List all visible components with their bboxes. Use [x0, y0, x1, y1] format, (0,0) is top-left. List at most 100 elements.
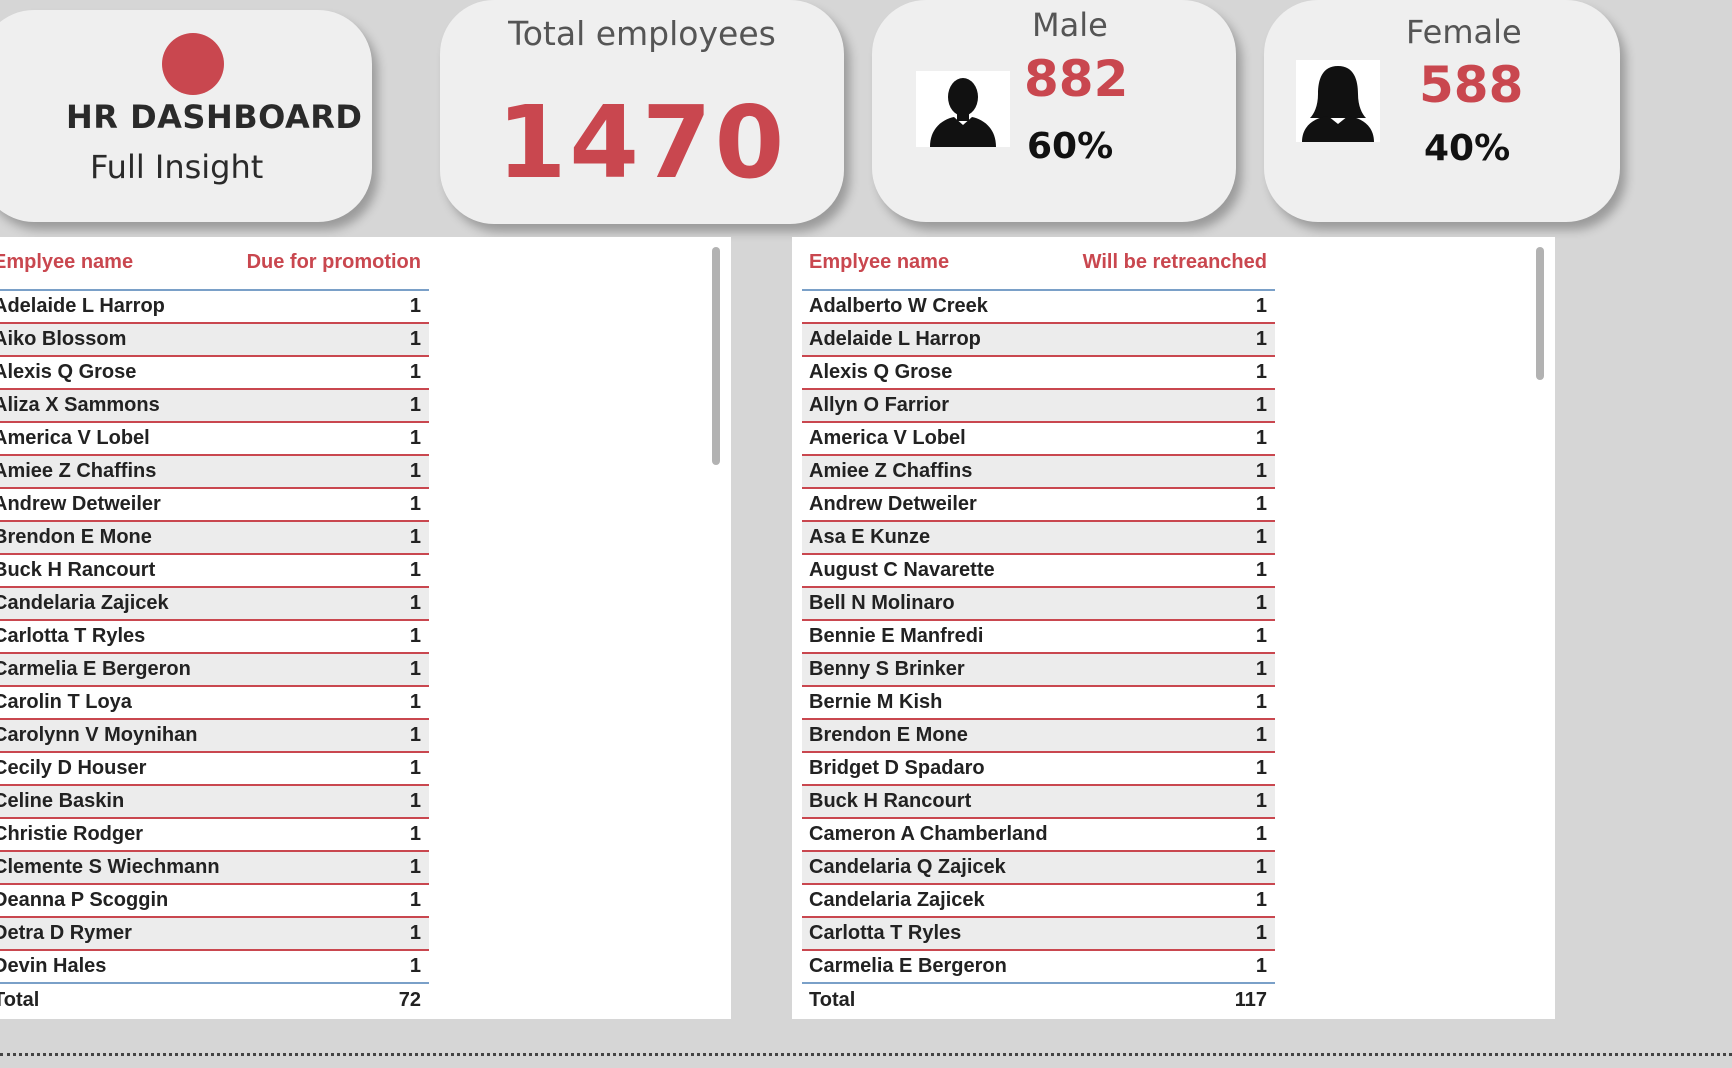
table-row[interactable]: Carolynn V Moynihan 1: [0, 720, 429, 753]
table-row[interactable]: Bridget D Spadaro 1: [802, 753, 1275, 786]
table-row[interactable]: America V Lobel 1: [802, 423, 1275, 456]
table-row[interactable]: Detra D Rymer 1: [0, 918, 429, 951]
table-row[interactable]: Clemente S Wiechmann 1: [0, 852, 429, 885]
employee-name-cell: Bennie E Manfredi: [809, 625, 984, 647]
table-row[interactable]: Bell N Molinaro 1: [802, 588, 1275, 621]
employee-name-cell: Candelaria Zajicek: [0, 592, 169, 614]
retrench-rows: Adalberto W Creek 1 Adelaide L Harrop 1 Alex…: [802, 291, 1275, 984]
employee-name-cell: Adalberto W Creek: [809, 295, 988, 317]
table-row[interactable]: Aiko Blossom 1: [0, 324, 429, 357]
promotion-col-name[interactable]: Emplyee name: [0, 251, 133, 274]
total-employees-label: Total employees: [508, 14, 776, 53]
table-row[interactable]: Cecily D Houser 1: [0, 753, 429, 786]
table-row[interactable]: America V Lobel 1: [0, 423, 429, 456]
table-row[interactable]: Christie Rodger 1: [0, 819, 429, 852]
employee-name-cell: Carolynn V Moynihan: [0, 724, 198, 746]
table-row[interactable]: August C Navarette 1: [802, 555, 1275, 588]
retrench-total-label: Total: [809, 989, 856, 1011]
value-cell: 1: [409, 493, 421, 515]
table-row[interactable]: Bennie E Manfredi 1: [802, 621, 1275, 654]
female-label: Female: [1406, 13, 1522, 51]
male-card: Male 882 60%: [872, 0, 1236, 222]
male-label: Male: [1032, 6, 1108, 44]
retrench-col-name[interactable]: Emplyee name: [809, 251, 949, 274]
value-cell: 1: [1255, 361, 1267, 383]
table-row[interactable]: Deanna P Scoggin 1: [0, 885, 429, 918]
value-cell: 1: [1255, 691, 1267, 713]
employee-name-cell: August C Navarette: [809, 559, 995, 581]
value-cell: 1: [1255, 724, 1267, 746]
table-row[interactable]: Asa E Kunze 1: [802, 522, 1275, 555]
value-cell: 1: [1255, 922, 1267, 944]
value-cell: 1: [409, 592, 421, 614]
male-person-icon: [916, 71, 1010, 147]
table-row[interactable]: Brendon E Mone 1: [802, 720, 1275, 753]
table-row[interactable]: Cameron A Chamberland 1: [802, 819, 1275, 852]
table-row[interactable]: Andrew Detweiler 1: [802, 489, 1275, 522]
table-row[interactable]: Celine Baskin 1: [0, 786, 429, 819]
female-card: Female 588 40%: [1264, 0, 1620, 222]
employee-name-cell: Candelaria Zajicek: [809, 889, 985, 911]
promotion-table: Emplyee name Due for promotion Adelaide …: [0, 237, 429, 1016]
page-bottom-divider: [0, 1053, 1732, 1056]
table-row[interactable]: Carlotta T Ryles 1: [802, 918, 1275, 951]
value-cell: 1: [1255, 889, 1267, 911]
employee-name-cell: Benny S Brinker: [809, 658, 965, 680]
table-row[interactable]: Adelaide L Harrop 1: [802, 324, 1275, 357]
value-cell: 1: [409, 559, 421, 581]
promotion-panel: Emplyee name Due for promotion Adelaide …: [0, 237, 731, 1019]
promotion-scrollbar[interactable]: [712, 247, 720, 465]
table-row[interactable]: Candelaria Zajicek 1: [0, 588, 429, 621]
value-cell: 1: [1255, 328, 1267, 350]
retrench-col-value[interactable]: Will be retreanched: [1083, 251, 1267, 274]
table-row[interactable]: Amiee Z Chaffins 1: [0, 456, 429, 489]
value-cell: 1: [1255, 757, 1267, 779]
value-cell: 1: [409, 724, 421, 746]
table-row[interactable]: Candelaria Zajicek 1: [802, 885, 1275, 918]
table-row[interactable]: Carolin T Loya 1: [0, 687, 429, 720]
table-row[interactable]: Benny S Brinker 1: [802, 654, 1275, 687]
table-row[interactable]: Buck H Rancourt 1: [0, 555, 429, 588]
table-row[interactable]: Candelaria Q Zajicek 1: [802, 852, 1275, 885]
value-cell: 1: [1255, 295, 1267, 317]
table-row[interactable]: Alexis Q Grose 1: [0, 357, 429, 390]
table-row[interactable]: Adalberto W Creek 1: [802, 291, 1275, 324]
table-row[interactable]: Bernie M Kish 1: [802, 687, 1275, 720]
table-row[interactable]: Amiee Z Chaffins 1: [802, 456, 1275, 489]
employee-name-cell: Adelaide L Harrop: [809, 328, 981, 350]
employee-name-cell: Aiko Blossom: [0, 328, 127, 350]
value-cell: 1: [409, 295, 421, 317]
table-row[interactable]: Devin Hales 1: [0, 951, 429, 984]
value-cell: 1: [409, 658, 421, 680]
table-row[interactable]: Adelaide L Harrop 1: [0, 291, 429, 324]
retrench-total-value: 117: [1234, 989, 1267, 1011]
employee-name-cell: Carlotta T Ryles: [809, 922, 962, 944]
table-row[interactable]: Alexis Q Grose 1: [802, 357, 1275, 390]
value-cell: 1: [409, 625, 421, 647]
value-cell: 1: [409, 790, 421, 812]
table-row[interactable]: Andrew Detweiler 1: [0, 489, 429, 522]
employee-name-cell: Buck H Rancourt: [0, 559, 156, 581]
promotion-rows: Adelaide L Harrop 1 Aiko Blossom 1 Alexis Q …: [0, 291, 429, 984]
table-row[interactable]: Carlotta T Ryles 1: [0, 621, 429, 654]
employee-name-cell: Celine Baskin: [0, 790, 125, 812]
employee-name-cell: Carmelia E Bergeron: [0, 658, 191, 680]
value-cell: 1: [1255, 790, 1267, 812]
value-cell: 1: [1255, 394, 1267, 416]
value-cell: 1: [1255, 856, 1267, 878]
table-row[interactable]: Aliza X Sammons 1: [0, 390, 429, 423]
promotion-col-value[interactable]: Due for promotion: [247, 251, 421, 274]
table-row[interactable]: Carmelia E Bergeron 1: [802, 951, 1275, 984]
logo-dot-icon: [162, 33, 224, 95]
table-row[interactable]: Brendon E Mone 1: [0, 522, 429, 555]
employee-name-cell: Adelaide L Harrop: [0, 295, 165, 317]
employee-name-cell: Brendon E Mone: [809, 724, 968, 746]
employee-name-cell: Clemente S Wiechmann: [0, 856, 220, 878]
retrench-scrollbar[interactable]: [1536, 247, 1544, 380]
table-row[interactable]: Buck H Rancourt 1: [802, 786, 1275, 819]
employee-name-cell: Cecily D Houser: [0, 757, 147, 779]
table-row[interactable]: Allyn O Farrior 1: [802, 390, 1275, 423]
employee-name-cell: Carolin T Loya: [0, 691, 132, 713]
female-percent: 40%: [1424, 128, 1511, 169]
table-row[interactable]: Carmelia E Bergeron 1: [0, 654, 429, 687]
